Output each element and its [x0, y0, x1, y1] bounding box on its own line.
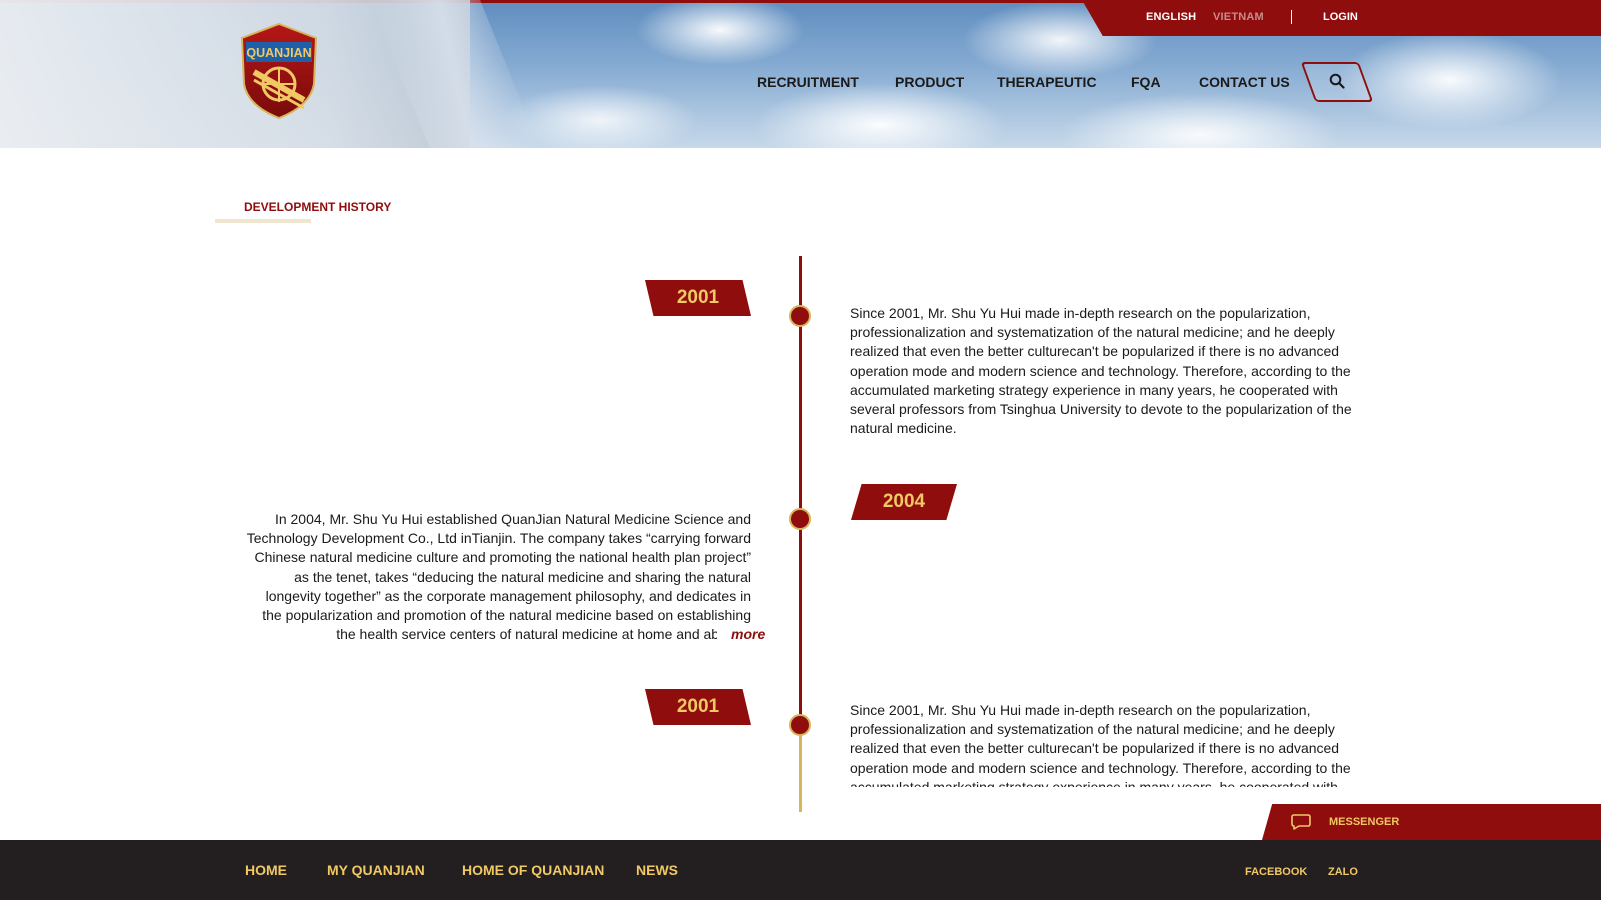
footer-link-my-quanjian[interactable]: MY QUANJIAN — [327, 862, 425, 878]
footer-link-home[interactable]: HOME — [245, 862, 287, 878]
nav-therapeutic[interactable]: THERAPEUTIC — [997, 74, 1097, 90]
section-title: DEVELOPMENT HISTORY — [244, 200, 392, 214]
footer-link-home-of-quanjian[interactable]: HOME OF QUANJIAN — [462, 862, 604, 878]
nav-contact-us[interactable]: CONTACT US — [1199, 74, 1290, 90]
timeline-entry-text: Since 2001, Mr. Shu Yu Hui made in-depth… — [850, 305, 1352, 437]
login-link[interactable]: LOGIN — [1323, 11, 1358, 23]
timeline-year-tag: 2001 — [645, 280, 751, 316]
footer-facebook-link[interactable]: FACEBOOK — [1245, 866, 1307, 878]
logo-text: QUANJIAN — [246, 46, 311, 60]
timeline-dot — [789, 508, 811, 530]
timeline-dot — [789, 714, 811, 736]
timeline-dot — [789, 305, 811, 327]
nav-fqa[interactable]: FQA — [1131, 74, 1161, 90]
messenger-label[interactable]: MESSENGER — [1329, 816, 1399, 828]
timeline-year-tag: 2004 — [851, 484, 957, 520]
timeline-entry-text: Since 2001, Mr. Shu Yu Hui made in-depth… — [850, 702, 1351, 787]
footer-zalo-link[interactable]: ZALO — [1328, 866, 1358, 878]
nav-product[interactable]: PRODUCT — [895, 74, 964, 90]
language-english[interactable]: ENGLISH — [1146, 11, 1196, 23]
chat-bubble-icon[interactable] — [1290, 813, 1312, 831]
search-icon[interactable] — [1329, 73, 1345, 89]
site-footer — [0, 840, 1601, 900]
section-title-underline — [215, 219, 311, 223]
messenger-button[interactable] — [1262, 804, 1601, 840]
quanjian-logo[interactable]: QUANJIAN — [240, 22, 318, 120]
language-divider — [1291, 10, 1292, 24]
timeline-year-tag: 2001 — [645, 689, 751, 725]
timeline-entry-text: In 2004, Mr. Shu Yu Hui established Quan… — [246, 511, 751, 643]
read-more-link[interactable]: more — [717, 626, 766, 642]
nav-recruitment[interactable]: RECRUITMENT — [757, 74, 859, 90]
footer-link-news[interactable]: NEWS — [636, 862, 678, 878]
language-vietnam[interactable]: VIETNAM — [1213, 11, 1264, 23]
